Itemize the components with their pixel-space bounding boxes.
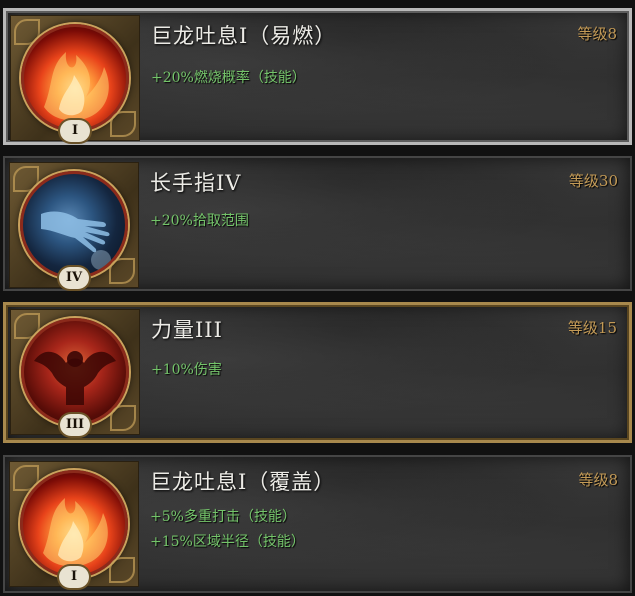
reaching-hand-icon [20,171,128,279]
skill-name: 巨龙吐息I（易燃） [151,24,337,48]
tier-numeral-badge: I [59,566,89,588]
tier-numeral-badge: IV [59,267,89,289]
flame-shape-icon [44,52,109,121]
skill-level: 等级8 [578,471,618,489]
skill-card-long-fingers[interactable]: IV 长手指IV 等级30 +20%拾取范围 [3,156,632,291]
skill-bonus: +20%拾取范围 [150,213,249,229]
skill-icon-frame: IV [9,162,139,289]
fire-breath-icon [21,24,129,132]
skill-card-list: I 巨龙吐息I（易燃） 等级8 +20%燃烧概率（技能） IV 长手指IV 等级… [0,0,635,596]
hand-shape-icon [41,211,111,270]
skill-card-dragon-breath-flammable[interactable]: I 巨龙吐息I（易燃） 等级8 +20%燃烧概率（技能） [3,8,632,145]
skill-level: 等级30 [568,172,618,190]
skill-card-dragon-breath-coverage[interactable]: I 巨龙吐息I（覆盖） 等级8 +5%多重打击（技能） +15%区域半径（技能） [3,455,632,593]
fire-breath-icon [20,470,128,578]
skill-bonus: +20%燃烧概率（技能） [151,70,306,86]
skill-card-strength[interactable]: III 力量III 等级15 +10%伤害 [3,302,632,443]
skill-level: 等级8 [577,25,617,43]
muscle-figure-icon [21,318,129,426]
skill-icon-frame: III [10,309,140,436]
flexing-figure-icon [34,351,116,405]
skill-name: 长手指IV [150,171,242,195]
skill-icon-frame: I [9,461,139,588]
tier-numeral-badge: III [60,414,90,436]
skill-icon-frame: I [10,15,140,142]
skill-name: 巨龙吐息I（覆盖） [150,470,336,494]
flame-shape-icon [43,498,108,567]
skill-name: 力量III [151,318,223,342]
skill-bonus: +5%多重打击（技能） [150,509,296,525]
tier-numeral-badge: I [60,120,90,142]
skill-level: 等级15 [567,319,617,337]
skill-bonus: +10%伤害 [151,362,222,378]
skill-bonus: +15%区域半径（技能） [150,534,305,550]
